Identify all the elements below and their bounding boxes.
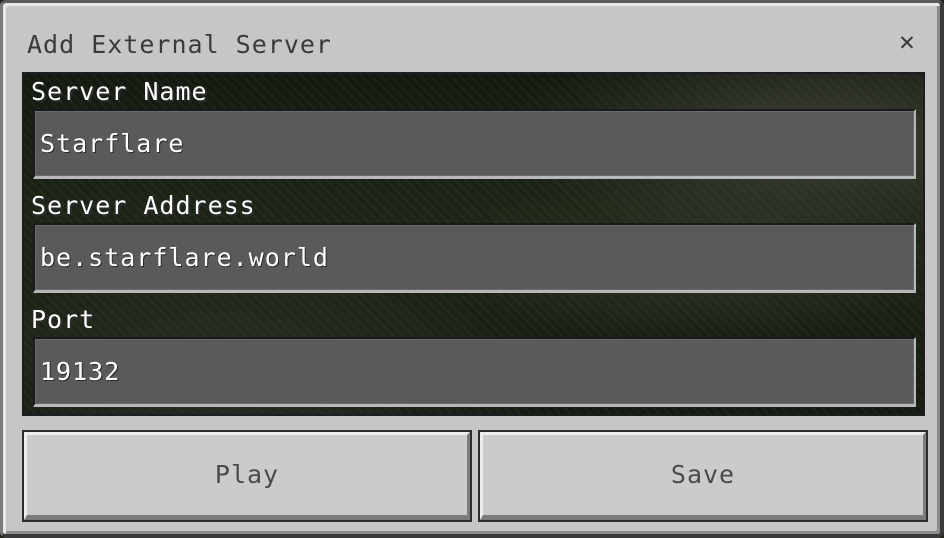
server-address-input[interactable]	[33, 223, 916, 293]
add-external-server-dialog: Add External Server ✕ Server Name Server…	[0, 0, 944, 538]
close-icon[interactable]: ✕	[892, 27, 922, 57]
server-name-input[interactable]	[33, 109, 916, 179]
dialog-title: Add External Server	[27, 30, 332, 59]
server-form-panel: Server Name Server Address Port	[22, 72, 925, 416]
server-address-label: Server Address	[31, 191, 256, 220]
play-button[interactable]: Play	[22, 430, 472, 522]
port-input[interactable]	[33, 337, 916, 407]
server-name-label: Server Name	[31, 77, 208, 106]
port-label: Port	[31, 305, 96, 334]
save-button[interactable]: Save	[478, 430, 928, 522]
